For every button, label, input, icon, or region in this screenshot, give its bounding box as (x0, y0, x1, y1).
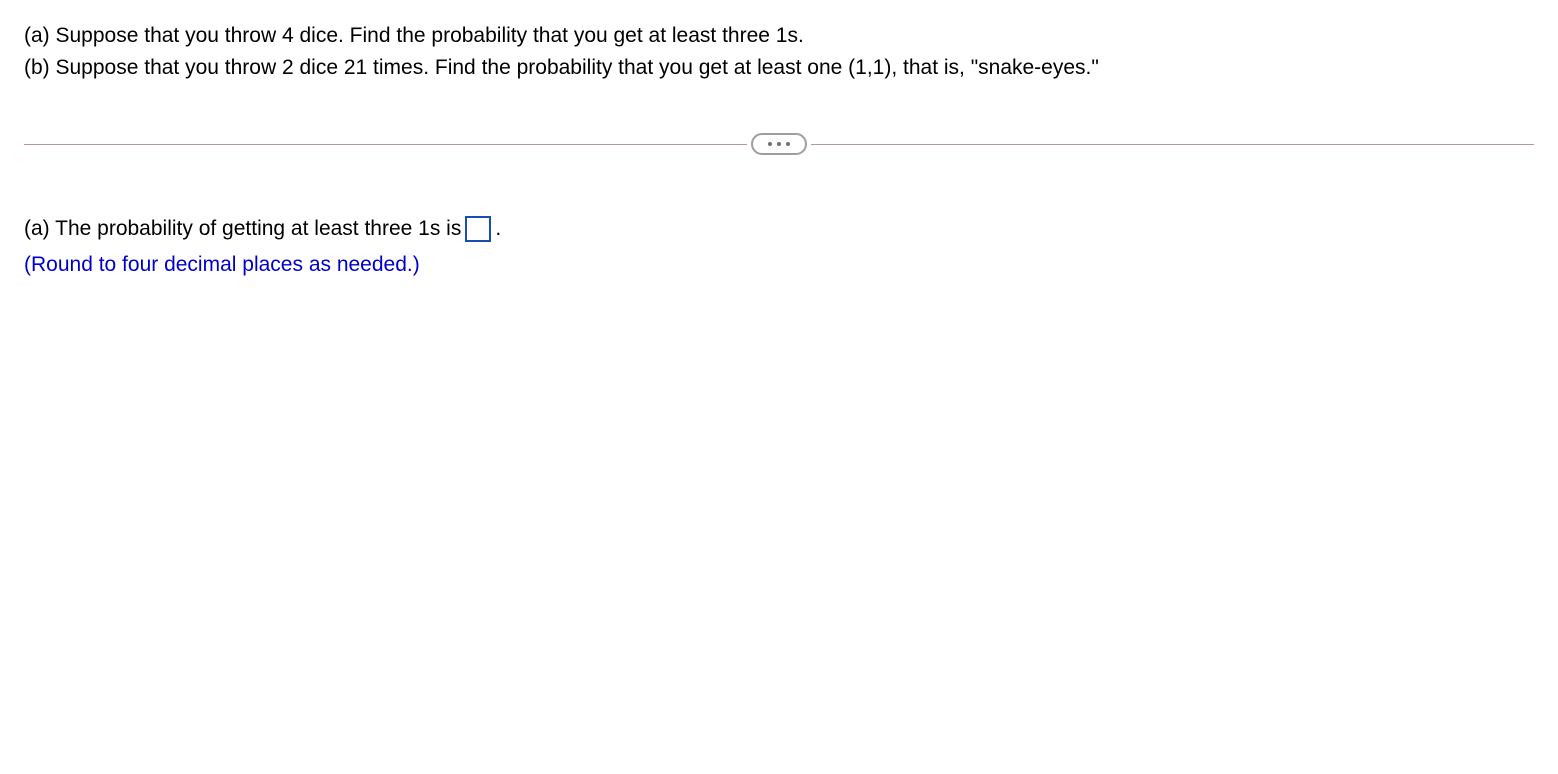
question-part-b: (b) Suppose that you throw 2 dice 21 tim… (24, 52, 1534, 84)
answer-block: (a) The probability of getting at least … (24, 211, 1534, 282)
answer-input[interactable] (465, 216, 491, 242)
ellipsis-icon (786, 142, 790, 146)
answer-line: (a) The probability of getting at least … (24, 211, 1534, 247)
divider-line-left (24, 144, 747, 145)
rounding-hint: (Round to four decimal places as needed.… (24, 247, 1534, 283)
divider-line-right (811, 144, 1534, 145)
divider-row (24, 133, 1534, 155)
ellipsis-icon (768, 142, 772, 146)
answer-suffix: . (495, 211, 501, 247)
question-block: (a) Suppose that you throw 4 dice. Find … (24, 20, 1534, 83)
question-part-a: (a) Suppose that you throw 4 dice. Find … (24, 20, 1534, 52)
more-options-button[interactable] (751, 133, 807, 155)
answer-prefix: (a) The probability of getting at least … (24, 211, 461, 247)
ellipsis-icon (777, 142, 781, 146)
